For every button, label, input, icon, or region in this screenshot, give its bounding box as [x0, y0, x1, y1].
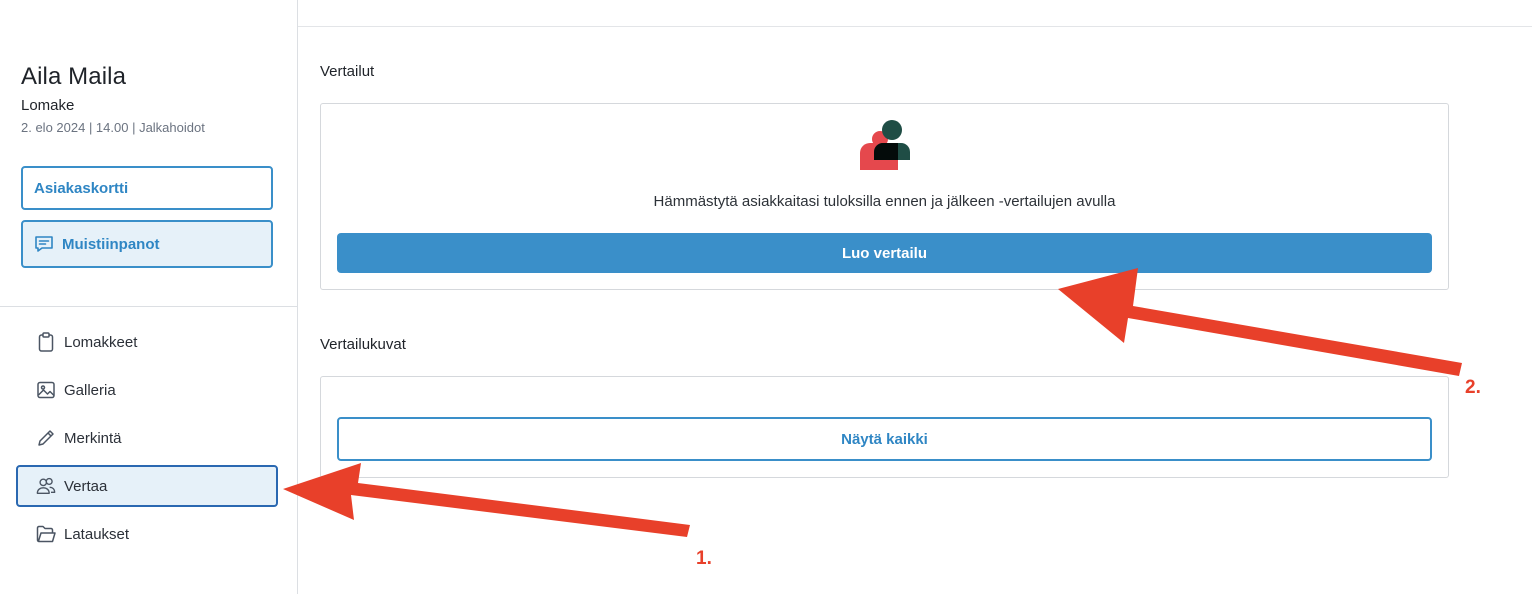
nav-item-galleria[interactable]: Galleria — [16, 369, 278, 411]
sidebar-divider — [0, 306, 298, 307]
show-all-button[interactable]: Näytä kaikki — [337, 417, 1432, 461]
nav-item-merkinta[interactable]: Merkintä — [16, 417, 278, 459]
annotation-step-2: 2. — [1465, 377, 1481, 398]
form-name: Lomake — [21, 97, 75, 114]
notes-button[interactable]: Muistiinpanot — [21, 220, 273, 268]
nav-item-label: Vertaa — [64, 477, 108, 495]
message-icon — [34, 235, 54, 253]
header-divider — [298, 26, 1532, 27]
nav-item-label: Lomakkeet — [64, 333, 138, 351]
comparison-images-card: Näytä kaikki — [320, 376, 1449, 478]
pencil-icon — [36, 428, 56, 448]
sidebar: Aila Maila Lomake 2. elo 2024 | 14.00 | … — [0, 0, 298, 594]
appointment-meta: 2. elo 2024 | 14.00 | Jalkahoidot — [21, 120, 205, 135]
show-all-label: Näytä kaikki — [841, 430, 928, 448]
people-illustration-icon — [860, 119, 912, 171]
nav-item-vertaa[interactable]: Vertaa — [16, 465, 278, 507]
comparisons-card: Hämmästytä asiakkaitasi tuloksilla ennen… — [320, 103, 1449, 290]
create-comparison-button[interactable]: Luo vertailu — [337, 233, 1432, 273]
nav-item-label: Galleria — [64, 381, 116, 399]
folder-icon — [36, 524, 56, 544]
client-name: Aila Maila — [21, 63, 127, 90]
users-icon — [36, 476, 56, 496]
clipboard-icon — [36, 332, 56, 352]
notes-label: Muistiinpanot — [62, 235, 160, 253]
annotation-step-1: 1. — [696, 548, 712, 569]
comparisons-promo-text: Hämmästytä asiakkaitasi tuloksilla ennen… — [653, 193, 1116, 210]
customer-card-button[interactable]: Asiakaskortti — [21, 166, 273, 210]
customer-card-label: Asiakaskortti — [34, 179, 129, 197]
comparison-images-title: Vertailukuvat — [320, 336, 406, 353]
create-comparison-label: Luo vertailu — [841, 244, 927, 262]
nav-item-lomakkeet[interactable]: Lomakkeet — [16, 321, 278, 363]
image-icon — [36, 380, 56, 400]
nav-item-label: Lataukset — [64, 525, 130, 543]
nav-item-lataukset[interactable]: Lataukset — [16, 513, 278, 555]
nav-item-label: Merkintä — [64, 429, 122, 447]
comparisons-title: Vertailut — [320, 63, 375, 80]
